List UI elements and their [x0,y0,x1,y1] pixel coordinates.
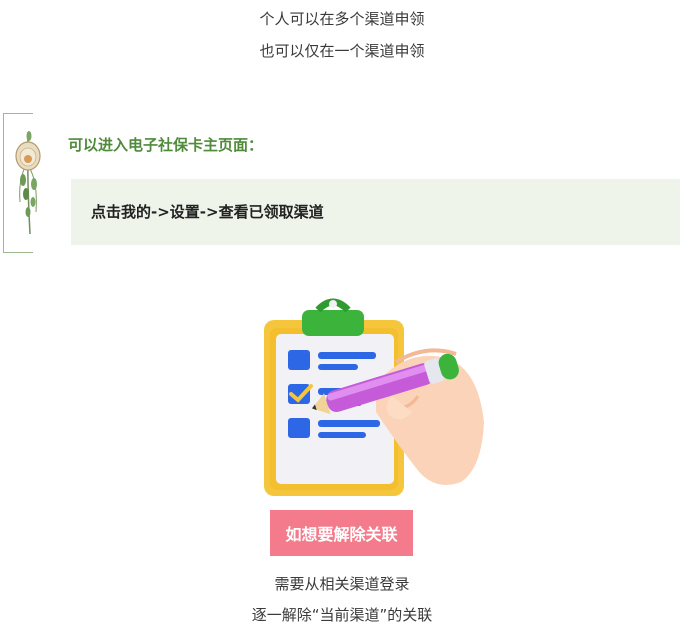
section-title: 可以进入电子社保卡主页面： [68,136,264,154]
clipboard-checklist-icon [264,298,484,496]
intro-line-2: 也可以仅在一个渠道申领 [259,42,425,60]
tip-text: 点击我的->设置->查看已领取渠道 [91,203,324,221]
tip-box: 点击我的->设置->查看已领取渠道 [71,179,680,245]
intro-line-1: 个人可以在多个渠道申领 [259,10,425,28]
herb-bundle-icon [15,131,41,235]
unbind-badge: 如想要解除关联 [270,510,413,556]
footer-line-2: 逐一解除“当前渠道”的关联 [251,606,433,624]
footer-line-1: 需要从相关渠道登录 [274,575,410,593]
